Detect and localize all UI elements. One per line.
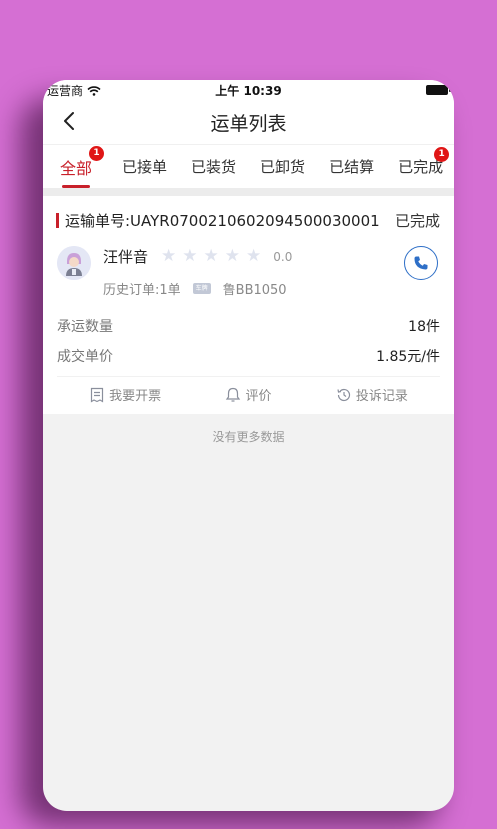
detail-value: 18件: [408, 319, 440, 335]
order-header: 运输单号:UAYR070021060209450003000​1 已完成: [56, 210, 440, 231]
order-number-text: 运输单号:UAYR070021060209450003000​1: [65, 212, 380, 230]
status-tabs: 全部 1 已接单 已装货 已卸货 已结算 已完成 1: [43, 144, 454, 188]
accent-bar: [56, 213, 59, 228]
tab-badge: 1: [434, 147, 450, 162]
star-icon: ★: [161, 246, 177, 266]
tab-loaded[interactable]: 已装货: [191, 156, 236, 177]
tab-settled[interactable]: 已结算: [329, 156, 374, 177]
driver-avatar-icon: [57, 246, 91, 280]
driver-name: 汪伴音: [103, 248, 149, 266]
order-actions: 我要开票 评价 投诉记录: [57, 376, 440, 404]
status-bar: 运营商 上午 10:39: [43, 80, 454, 100]
tab-accepted[interactable]: 已接单: [122, 156, 167, 177]
driver-info: 汪伴音 ★ ★ ★ ★ ★ 0.0 历史订单:1单 车牌 鲁BB1050: [103, 246, 292, 299]
tab-all[interactable]: 全部 1: [60, 145, 105, 188]
phone-screen: 运营商 上午 10:39 运单列表 全部 1 已接单 已装货 已卸货 已结算 已…: [43, 80, 454, 811]
review-icon: [226, 387, 241, 402]
order-number: 运输单号:UAYR070021060209450003000​1: [56, 210, 380, 231]
order-status: 已完成: [394, 212, 440, 230]
action-label: 投诉记录: [355, 389, 408, 404]
complaint-history-button[interactable]: 投诉记录: [336, 385, 408, 404]
tab-badge: 1: [89, 145, 105, 161]
detail-row: 承运数量 18件: [57, 316, 440, 336]
star-icon: ★: [224, 246, 241, 266]
tab-unloaded[interactable]: 已卸货: [260, 156, 305, 177]
clock: 上午 10:39: [215, 84, 282, 98]
phone-icon: [414, 256, 428, 270]
star-icon: ★: [182, 246, 198, 266]
action-label: 评价: [245, 389, 272, 404]
page-title: 运单列表: [210, 112, 287, 135]
battery-icon: [426, 85, 451, 95]
license-plate-icon: 车牌: [192, 283, 211, 294]
invoice-icon: [91, 387, 104, 403]
detail-row: 成交单价 1.85元/件: [57, 346, 440, 366]
tab-label: 已结算: [329, 158, 375, 176]
history-icon: [337, 388, 350, 401]
nav-bar: 运单列表: [43, 100, 454, 144]
driver-meta: 历史订单:1单 车牌 鲁BB1050: [103, 279, 292, 298]
tab-completed[interactable]: 已完成 1: [398, 147, 450, 177]
invoice-button[interactable]: 我要开票: [89, 385, 161, 404]
call-button[interactable]: [404, 246, 438, 280]
detail-label: 成交单价: [57, 349, 113, 365]
review-button[interactable]: 评价: [225, 385, 272, 404]
star-icon: ★: [246, 246, 262, 266]
rating-value: 0.0: [273, 249, 293, 264]
star-icon: ★: [203, 246, 219, 266]
detail-label: 承运数量: [57, 319, 113, 335]
order-details: 承运数量 18件 成交单价 1.85元/件: [57, 316, 440, 366]
plate-number: 鲁BB1050: [222, 283, 287, 298]
order-card[interactable]: 运输单号:UAYR070021060209450003000​1 已完成 汪伴音: [43, 196, 454, 414]
back-icon[interactable]: [59, 110, 81, 132]
history-orders: 历史订单:1单: [103, 283, 181, 298]
detail-value: 1.85元/件: [376, 349, 440, 365]
driver-name-row: 汪伴音 ★ ★ ★ ★ ★ 0.0: [103, 246, 292, 267]
tab-label: 已卸货: [260, 158, 306, 176]
no-more-data: 没有更多数据: [212, 430, 285, 444]
rating-stars: ★ ★ ★ ★ ★: [161, 248, 261, 265]
divider: [43, 188, 454, 196]
tab-label: 已装货: [191, 158, 237, 176]
avatar: [57, 246, 91, 280]
action-label: 我要开票: [109, 389, 162, 404]
tab-label: 已接单: [122, 158, 168, 176]
tab-label: 全部: [60, 158, 93, 178]
driver-section: 汪伴音 ★ ★ ★ ★ ★ 0.0 历史订单:1单 车牌 鲁BB1050: [57, 246, 440, 298]
